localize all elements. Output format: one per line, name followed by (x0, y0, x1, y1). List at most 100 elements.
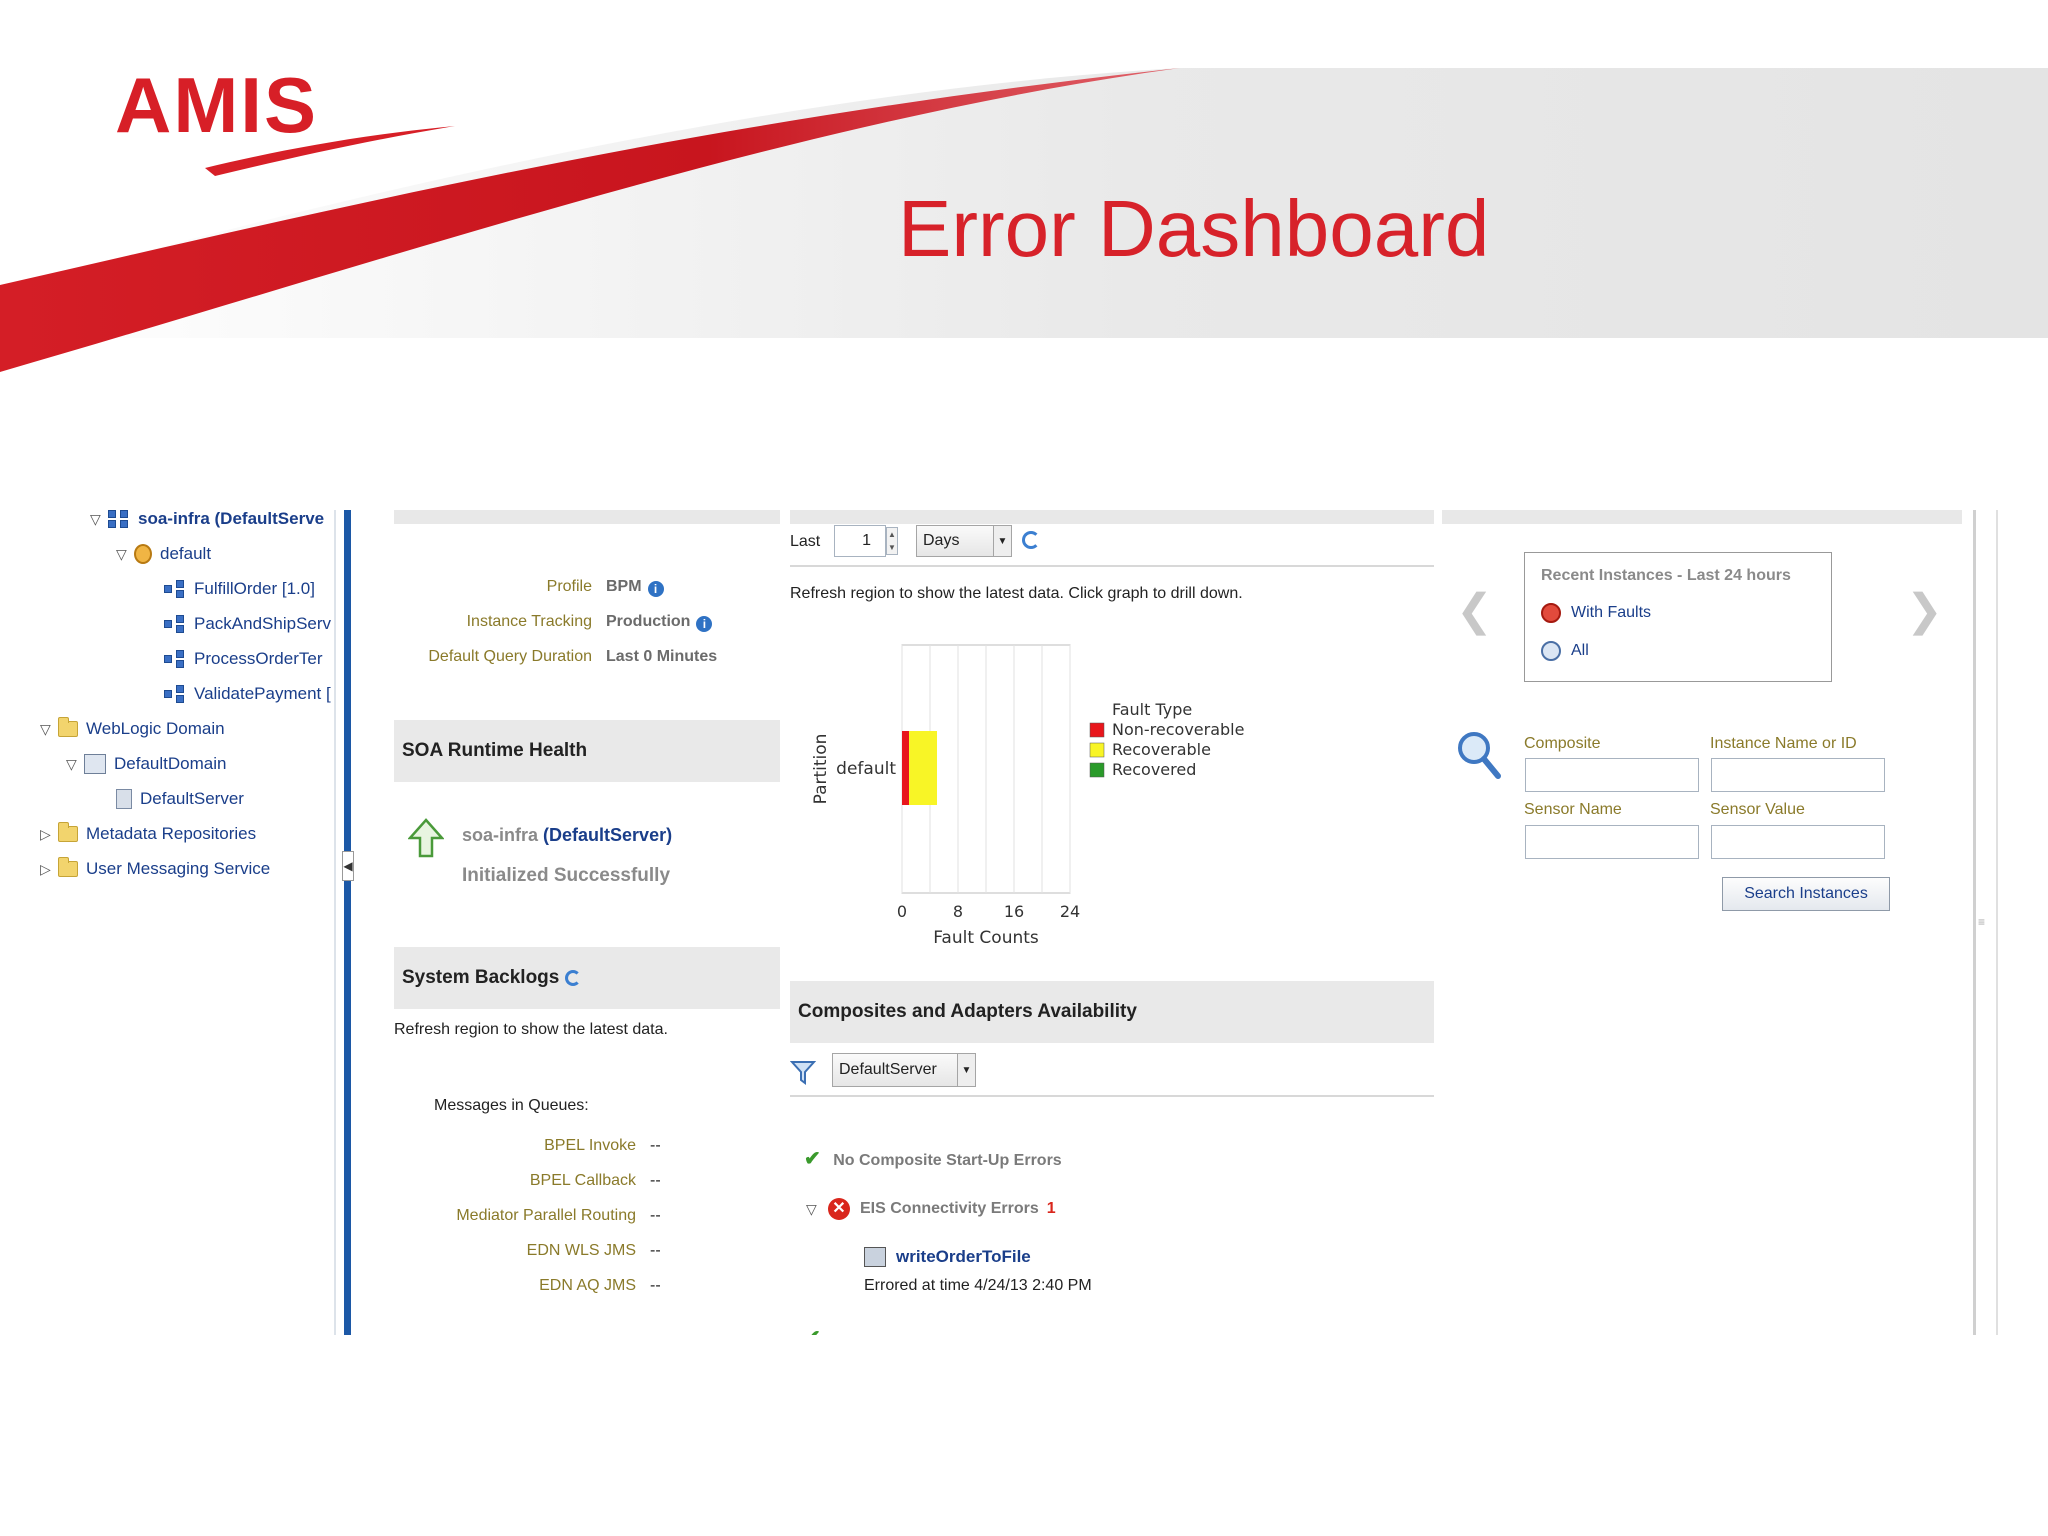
carousel-next-arrow[interactable]: ❯ (1906, 585, 1943, 636)
composite-icon (164, 580, 186, 598)
tree-item-metadata-repositories[interactable]: ▷ Metadata Repositories (40, 820, 256, 848)
error-item-link[interactable]: writeOrderToFile (896, 1247, 1031, 1267)
backlog-value: -- (650, 1137, 661, 1154)
resize-grip-icon[interactable]: ≡ (1978, 915, 1985, 929)
domain-icon (84, 754, 106, 774)
column-header-strip (790, 510, 1434, 524)
partition-icon (134, 544, 152, 564)
tree-item-defaultdomain[interactable]: ▽ DefaultDomain (66, 750, 226, 778)
expand-toggle-icon[interactable]: ▽ (116, 546, 134, 563)
recent-instances-box: Recent Instances - Last 24 hours With Fa… (1524, 552, 1832, 682)
legend-swatch (1089, 762, 1105, 778)
tree-item-packandship[interactable]: PackAndShipServ (164, 610, 331, 638)
period-unit-select[interactable]: Days ▼ (916, 525, 1012, 557)
sensor-value-input[interactable] (1711, 825, 1885, 859)
legend-label: Non-recoverable (1112, 720, 1244, 739)
all-link[interactable]: All (1571, 642, 1589, 660)
query-duration-value: Last 0 Minutes (606, 648, 718, 665)
filter-icon[interactable] (790, 1059, 816, 1085)
composite-icon (164, 685, 186, 703)
server-select[interactable]: DefaultServer ▼ (832, 1053, 976, 1087)
expand-toggle-icon[interactable]: ▽ (90, 511, 108, 528)
tree-item-weblogic-domain[interactable]: ▽ WebLogic Domain (40, 715, 225, 743)
tree-item-label: ProcessOrderTer (194, 649, 323, 668)
instance-name-input[interactable] (1711, 758, 1885, 792)
tree-item-processorder[interactable]: ProcessOrderTer (164, 645, 322, 673)
tree-item-validatepayment[interactable]: ValidatePayment [ (164, 680, 331, 708)
info-icon[interactable]: i (647, 581, 664, 597)
error-item-row[interactable]: writeOrderToFile (864, 1247, 1031, 1267)
composite-input[interactable] (1525, 758, 1699, 792)
legend-swatch (1089, 742, 1105, 758)
soa-runtime-health-header: SOA Runtime Health (394, 720, 780, 782)
with-faults-link[interactable]: With Faults (1571, 604, 1651, 622)
all-link-row[interactable]: All (1541, 641, 1589, 661)
backlog-label-mediator: Mediator Parallel Routing (456, 1207, 636, 1224)
tree-item-default[interactable]: ▽ default (116, 540, 211, 568)
backlog-value: -- (650, 1242, 661, 1259)
profile-label: Profile (546, 578, 592, 595)
info-icon[interactable]: i (696, 616, 713, 632)
expand-toggle-icon[interactable]: ▽ (806, 1201, 828, 1218)
messages-in-queues-label: Messages in Queues: (434, 1097, 589, 1114)
tree-item-label: ValidatePayment [ (194, 684, 331, 703)
expand-toggle-icon[interactable]: ▷ (40, 826, 58, 843)
instance-tracking-label: Instance Tracking (466, 613, 592, 630)
instance-name-label: Instance Name or ID (1710, 735, 1857, 752)
tree-item-label: DefaultDomain (114, 754, 227, 773)
folder-icon (58, 822, 78, 842)
faults-refresh-note: Refresh region to show the latest data. … (790, 585, 1243, 602)
column-header-strip (1442, 510, 1962, 524)
tree-item-fulfillorder[interactable]: FulfillOrder [1.0] (164, 575, 315, 603)
fault-chart[interactable]: 0 8 16 24 Fault Counts Partition default Fault … (790, 625, 1290, 945)
refresh-icon[interactable] (565, 970, 582, 986)
cut-off-row: ✔ (804, 1325, 1024, 1335)
tree-item-label: PackAndShipServ (194, 614, 332, 633)
scrollbar-track[interactable] (1973, 510, 1976, 1335)
tree-item-label: default (160, 544, 212, 563)
composite-label: Composite (1524, 735, 1601, 752)
recent-instances-title: Recent Instances - Last 24 hours (1541, 567, 1791, 584)
soa-infra-icon (108, 510, 130, 528)
search-instances-button[interactable]: Search Instances (1722, 877, 1890, 911)
sensor-name-input[interactable] (1525, 825, 1699, 859)
error-icon: ✕ (828, 1198, 850, 1220)
expand-toggle-icon[interactable]: ▽ (40, 721, 58, 738)
health-server-prefix: soa-infra (462, 825, 544, 845)
last-period-input[interactable]: 1 (834, 525, 886, 557)
eis-errors-row[interactable]: ▽ ✕ EIS Connectivity Errors 1 (806, 1198, 1056, 1220)
with-faults-link-row[interactable]: With Faults (1541, 603, 1651, 623)
sidebar-splitter[interactable] (344, 510, 351, 1335)
y-axis-label: Partition (811, 734, 831, 805)
eis-errors-count[interactable]: 1 (1047, 1200, 1056, 1218)
tree-item-user-messaging[interactable]: ▷ User Messaging Service (40, 855, 270, 883)
profile-value: BPM i (606, 578, 664, 597)
backlog-value: -- (650, 1172, 661, 1189)
spinner-icon[interactable]: ▲ ▼ (886, 527, 898, 555)
checkmark-icon: ✔ (804, 1327, 821, 1335)
expand-toggle-icon[interactable]: ▽ (66, 756, 84, 773)
chevron-down-icon: ▼ (993, 526, 1011, 556)
legend-label: Recovered (1112, 760, 1196, 779)
health-server-link[interactable]: (DefaultServer) (543, 825, 672, 845)
search-icon (1458, 732, 1501, 779)
folder-icon (58, 857, 78, 877)
system-backlogs-header: System Backlogs (394, 947, 780, 1009)
column-header-strip (394, 510, 780, 524)
server-select-value: DefaultServer (839, 1061, 937, 1078)
period-unit-value: Days (923, 532, 960, 549)
no-startup-errors-text: No Composite Start-Up Errors (833, 1152, 1062, 1169)
expand-toggle-icon[interactable]: ▷ (40, 861, 58, 878)
refresh-icon[interactable] (1022, 531, 1040, 549)
availability-header: Composites and Adapters Availability (790, 981, 1434, 1043)
query-duration-label: Default Query Duration (428, 648, 592, 665)
backlogs-refresh-note: Refresh region to show the latest data. (394, 1021, 668, 1038)
tree-item-defaultserver[interactable]: DefaultServer (116, 785, 244, 813)
sensor-value-label: Sensor Value (1710, 801, 1805, 818)
carousel-prev-arrow[interactable]: ❮ (1456, 585, 1493, 636)
tree-item-soa-infra[interactable]: ▽ soa-infra (DefaultServe (90, 505, 324, 533)
fault-instance-icon (1541, 603, 1561, 623)
backlog-label-bpel-callback: BPEL Callback (529, 1172, 636, 1189)
collapse-sidebar-button[interactable]: ◀ (342, 851, 354, 881)
folder-icon (58, 717, 78, 737)
